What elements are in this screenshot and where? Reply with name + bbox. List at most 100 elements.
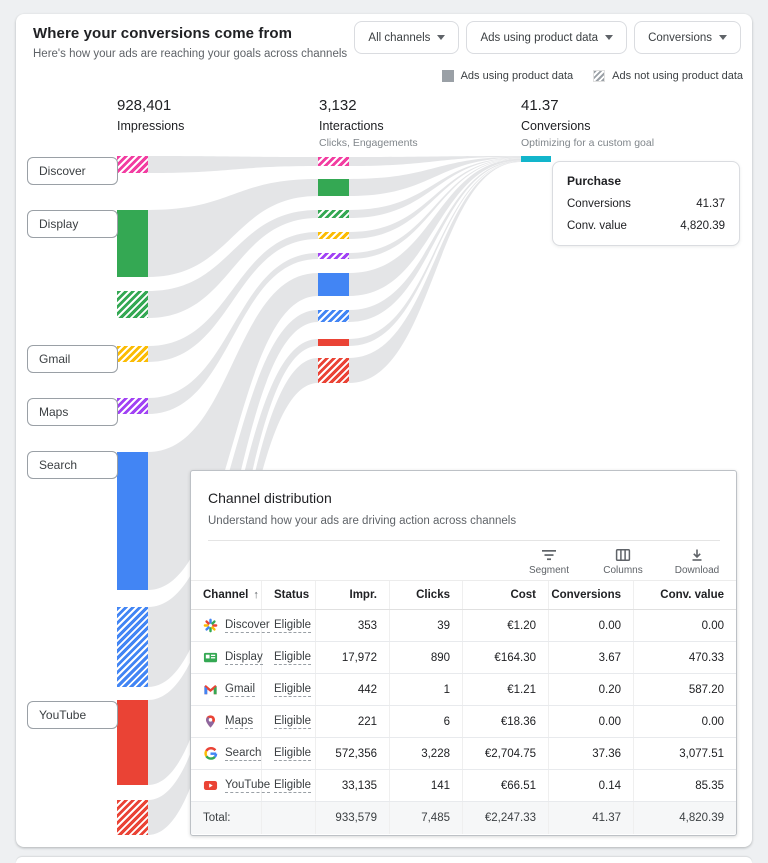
impr-cell: 221 xyxy=(316,706,390,737)
channel-cell: Display xyxy=(191,642,262,673)
impressions-label: Impressions xyxy=(117,119,184,133)
download-button[interactable]: Download xyxy=(672,547,722,576)
table-header-row: Channel ↑ Status Impr. Clicks Cost Conve… xyxy=(191,580,736,610)
node-display-nopd-impressions[interactable] xyxy=(117,291,148,318)
interactions-label: Interactions xyxy=(319,119,418,133)
node-discover-interactions[interactable] xyxy=(318,157,349,166)
impr-cell: 572,356 xyxy=(316,738,390,769)
channel-link[interactable]: Search xyxy=(225,747,261,761)
table-row-youtube: YouTube Eligible 33,135 141 €66.51 0.14 … xyxy=(191,770,736,802)
node-youtube-interactions[interactable] xyxy=(318,339,349,346)
total-status-cell xyxy=(262,802,316,834)
channel-link[interactable]: Gmail xyxy=(225,683,255,697)
status-cell: Eligible xyxy=(262,610,316,641)
channel-tag-display[interactable]: Display xyxy=(27,210,118,238)
channels-filter-label: All channels xyxy=(368,32,430,44)
cell-value: 41.37 xyxy=(592,812,621,824)
header-clicks[interactable]: Clicks xyxy=(390,581,463,609)
columns-icon xyxy=(614,547,632,563)
node-youtube-nopd-impressions[interactable] xyxy=(117,800,148,835)
cost-cell: €164.30 xyxy=(463,642,549,673)
cell-value: 470.33 xyxy=(689,652,724,664)
channel-tag-label: YouTube xyxy=(39,708,86,722)
channel-link[interactable]: Maps xyxy=(225,715,253,729)
node-youtube-nopd-interactions[interactable] xyxy=(318,358,349,383)
status-link[interactable]: Eligible xyxy=(274,651,311,665)
youtube-icon xyxy=(203,778,218,793)
product-data-filter-label: Ads using product data xyxy=(480,32,598,44)
node-maps-impressions[interactable] xyxy=(117,398,148,414)
header-label: Clicks xyxy=(416,589,450,601)
total-cost-cell: €2,247.33 xyxy=(463,802,549,834)
node-maps-interactions[interactable] xyxy=(318,253,349,259)
header-status[interactable]: Status xyxy=(262,581,316,609)
channel-link[interactable]: Display xyxy=(225,651,263,665)
impr-cell: 442 xyxy=(316,674,390,705)
segment-label: Segment xyxy=(529,565,569,576)
gmail-icon xyxy=(203,682,218,697)
node-display-interactions[interactable] xyxy=(318,179,349,196)
channels-filter-dropdown[interactable]: All channels xyxy=(354,21,459,54)
status-link[interactable]: Eligible xyxy=(274,747,311,761)
node-search-nopd-impressions[interactable] xyxy=(117,607,148,687)
conv-value-cell: 0.00 xyxy=(634,610,736,641)
node-discover-impressions[interactable] xyxy=(117,156,148,173)
columns-label: Columns xyxy=(603,565,642,576)
status-link[interactable]: Eligible xyxy=(274,779,311,793)
header-label: Conv. value xyxy=(660,589,724,601)
legend-item-no-product-data: Ads not using product data xyxy=(593,70,743,82)
node-youtube-impressions[interactable] xyxy=(117,700,148,785)
channel-tag-youtube[interactable]: YouTube xyxy=(27,701,118,729)
header-label: Status xyxy=(274,589,309,601)
node-search-impressions[interactable] xyxy=(117,452,148,590)
cell-value: 0.00 xyxy=(702,716,724,728)
header-channel[interactable]: Channel ↑ xyxy=(191,581,262,609)
table-total-row: Total: 933,579 7,485 €2,247.33 41.37 4,8… xyxy=(191,802,736,834)
clicks-cell: 6 xyxy=(390,706,463,737)
product-data-filter-dropdown[interactable]: Ads using product data xyxy=(466,21,627,54)
cell-value: €66.51 xyxy=(501,780,536,792)
clicks-cell: 890 xyxy=(390,642,463,673)
tooltip-metric-label: Conversions xyxy=(567,198,631,210)
tooltip-metric-value: 41.37 xyxy=(696,198,725,210)
display-icon xyxy=(203,650,218,665)
status-link[interactable]: Eligible xyxy=(274,619,311,633)
cell-value: 33,135 xyxy=(342,780,377,792)
tooltip-title: Purchase xyxy=(567,174,725,188)
conversions-column-header: 41.37 Conversions Optimizing for a custo… xyxy=(521,97,654,149)
node-search-interactions[interactable] xyxy=(318,273,349,296)
node-search-nopd-interactions[interactable] xyxy=(318,310,349,322)
tooltip-row: Conversions 41.37 xyxy=(567,198,725,210)
columns-button[interactable]: Columns xyxy=(598,547,648,576)
channel-cell: Search xyxy=(191,738,262,769)
channel-tag-gmail[interactable]: Gmail xyxy=(27,345,118,373)
cost-cell: €66.51 xyxy=(463,770,549,801)
google-search-icon xyxy=(203,746,218,761)
node-purchase-conversions[interactable] xyxy=(521,156,551,162)
cell-value: 587.20 xyxy=(689,684,724,696)
header-cost[interactable]: Cost xyxy=(463,581,549,609)
channel-tag-label: Display xyxy=(39,217,78,231)
download-label: Download xyxy=(675,565,719,576)
conversions-cell: 37.36 xyxy=(549,738,634,769)
header-conv-value[interactable]: Conv. value xyxy=(634,581,736,609)
status-link[interactable]: Eligible xyxy=(274,715,311,729)
impr-cell: 33,135 xyxy=(316,770,390,801)
cell-value: 442 xyxy=(358,684,377,696)
conv-value-cell: 587.20 xyxy=(634,674,736,705)
node-display-impressions[interactable] xyxy=(117,210,148,277)
status-link[interactable]: Eligible xyxy=(274,683,311,697)
channel-tag-discover[interactable]: Discover xyxy=(27,157,118,185)
node-display-nopd-interactions[interactable] xyxy=(318,210,349,218)
metric-filter-label: Conversions xyxy=(648,32,712,44)
segment-button[interactable]: Segment xyxy=(524,547,574,576)
node-gmail-impressions[interactable] xyxy=(117,346,148,362)
channel-tag-maps[interactable]: Maps xyxy=(27,398,118,426)
panel-title: Channel distribution xyxy=(208,490,720,506)
cost-cell: €2,704.75 xyxy=(463,738,549,769)
header-conversions[interactable]: Conversions xyxy=(549,581,634,609)
metric-filter-dropdown[interactable]: Conversions xyxy=(634,21,741,54)
channel-tag-search[interactable]: Search xyxy=(27,451,118,479)
node-gmail-interactions[interactable] xyxy=(318,232,349,239)
header-impr[interactable]: Impr. xyxy=(316,581,390,609)
